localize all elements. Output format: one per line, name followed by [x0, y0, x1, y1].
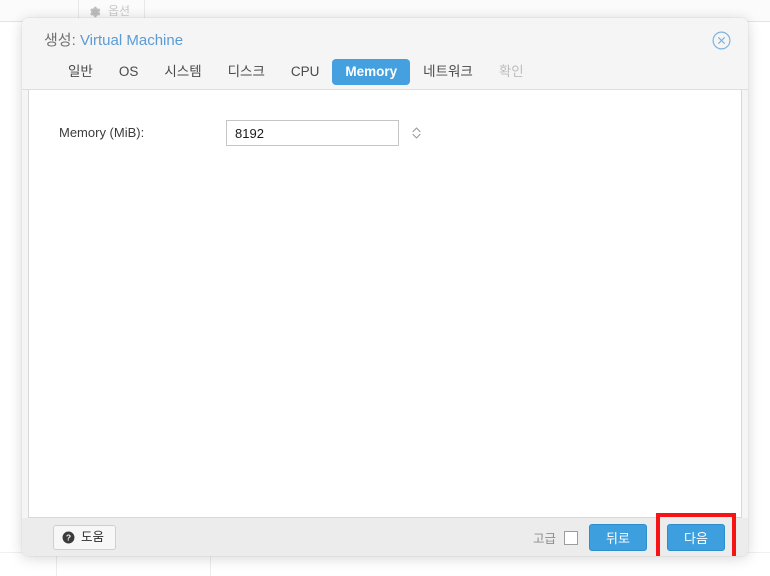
help-button[interactable]: ? 도움	[53, 525, 117, 550]
dialog-header: 생성: Virtual Machine 일반 OS 시스템 디스크 CPU Me…	[22, 18, 748, 90]
help-button-label: 도움	[81, 530, 105, 544]
dialog-title-prefix: 생성:	[44, 32, 76, 49]
dialog-title-value: Virtual Machine	[79, 32, 184, 49]
advanced-checkbox[interactable]	[564, 530, 578, 545]
dialog-footer: ? 도움 고급 뒤로 다음	[22, 513, 748, 556]
background-option-label: 옵션	[108, 4, 131, 18]
svg-text:?: ?	[66, 533, 71, 543]
next-button[interactable]: 다음	[667, 524, 725, 551]
footer-actions: 고급 뒤로 다음	[532, 513, 736, 556]
tab-system[interactable]: 시스템	[151, 59, 214, 85]
close-icon[interactable]	[711, 30, 732, 51]
create-vm-dialog: 생성: Virtual Machine 일반 OS 시스템 디스크 CPU Me…	[22, 18, 748, 556]
tab-memory[interactable]: Memory	[332, 59, 411, 85]
tab-confirm: 확인	[498, 64, 524, 79]
tab-os[interactable]: OS	[106, 59, 152, 85]
memory-label: Memory (MiB):	[59, 125, 145, 140]
memory-spinner[interactable]	[226, 120, 421, 146]
advanced-label: 고급	[532, 532, 556, 546]
dialog-content-panel: Memory (MiB):	[28, 90, 742, 518]
spinner-arrows-icon[interactable]	[411, 121, 422, 145]
tab-general[interactable]: 일반	[55, 59, 106, 85]
memory-field-row: Memory (MiB):	[59, 120, 421, 146]
dialog-tabs: 일반 OS 시스템 디스크 CPU Memory 네트워크 확인	[55, 59, 537, 85]
tab-disk[interactable]: 디스크	[215, 59, 278, 85]
next-button-highlight: 다음	[656, 513, 736, 556]
back-button[interactable]: 뒤로	[589, 524, 647, 551]
memory-input[interactable]	[227, 121, 411, 145]
tab-network[interactable]: 네트워크	[410, 59, 486, 85]
question-circle-icon: ?	[62, 531, 75, 544]
gear-icon	[89, 5, 101, 17]
dialog-title: 생성: Virtual Machine	[44, 29, 183, 50]
tab-cpu[interactable]: CPU	[278, 59, 333, 85]
